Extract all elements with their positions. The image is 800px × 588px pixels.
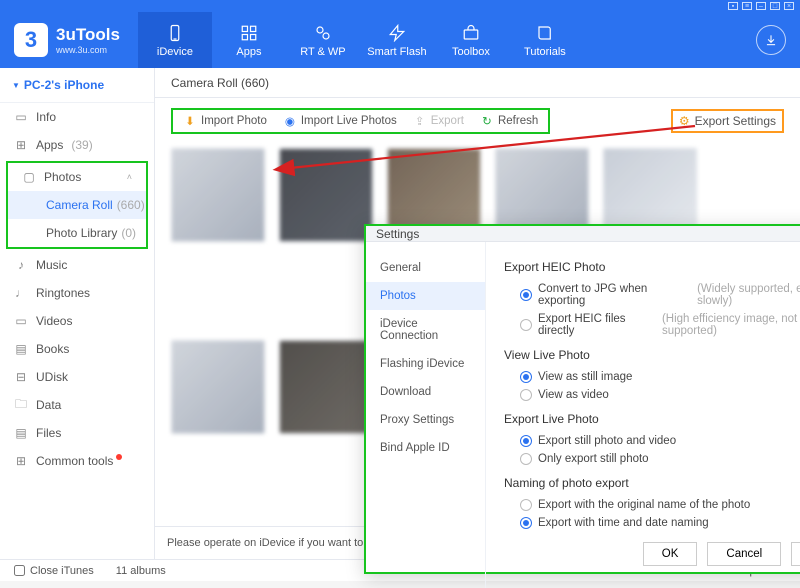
toolbox-icon bbox=[461, 23, 481, 43]
dialog-nav-general[interactable]: General bbox=[366, 254, 485, 282]
dialog-title: Settings bbox=[376, 227, 419, 241]
sidebar-item-music[interactable]: ♪Music bbox=[0, 251, 154, 279]
nav-smartflash[interactable]: Smart Flash bbox=[360, 12, 434, 68]
dialog-nav-proxy[interactable]: Proxy Settings bbox=[366, 406, 485, 434]
import-photo-button[interactable]: ⬇ Import Photo bbox=[183, 114, 267, 128]
tools-icon: ⊞ bbox=[14, 454, 28, 468]
logo-icon: 3 bbox=[14, 23, 48, 57]
import-live-button[interactable]: ◉ Import Live Photos bbox=[283, 114, 397, 128]
sidebar-sub-photo-library[interactable]: Photo Library (0) bbox=[8, 219, 146, 247]
apps-icon bbox=[239, 23, 259, 43]
photo-thumb[interactable] bbox=[171, 340, 265, 434]
data-icon: 🗀 bbox=[14, 395, 28, 416]
dialog-nav-idevice[interactable]: iDevice Connection bbox=[366, 310, 485, 350]
settings-dialog: Settings × General Photos iDevice Connec… bbox=[364, 224, 800, 574]
sidebar-item-info[interactable]: ▭ Info bbox=[0, 103, 154, 131]
photo-thumb[interactable] bbox=[279, 148, 373, 242]
refresh-button[interactable]: ↻ Refresh bbox=[480, 114, 538, 128]
app-name: 3uTools bbox=[56, 25, 120, 45]
window-minimize-icon[interactable]: – bbox=[756, 2, 766, 10]
videos-icon: ▭ bbox=[14, 314, 28, 328]
window-titlebar: ▪ ≡ – □ × bbox=[0, 0, 800, 12]
dialog-nav-bind[interactable]: Bind Apple ID bbox=[366, 434, 485, 462]
radio-name-original[interactable]: Export with the original name of the pho… bbox=[504, 496, 800, 514]
sidebar-item-udisk[interactable]: ⊟UDisk bbox=[0, 363, 154, 391]
sidebar-item-photos[interactable]: ▢ Photos ˄ bbox=[8, 163, 146, 191]
sidebar-item-books[interactable]: ▤Books bbox=[0, 335, 154, 363]
nav-apps[interactable]: Apps bbox=[212, 12, 286, 68]
content-area: Camera Roll (660) ⬇ Import Photo ◉ Impor… bbox=[155, 68, 800, 559]
app-url: www.3u.com bbox=[56, 45, 120, 55]
info-icon: ▭ bbox=[14, 110, 28, 124]
rtwp-icon bbox=[313, 23, 333, 43]
gear-icon: ⚙ bbox=[679, 114, 690, 128]
dialog-pane: Export HEIC Photo Convert to JPG when ex… bbox=[486, 242, 800, 588]
window-pin-icon[interactable]: ▪ bbox=[728, 2, 738, 10]
download-icon: ⬇ bbox=[183, 114, 197, 128]
photo-thumb[interactable] bbox=[279, 340, 373, 434]
radio-view-video[interactable]: View as video bbox=[504, 386, 800, 404]
app-header: 3 3uTools www.3u.com iDevice Apps RT & W… bbox=[0, 12, 800, 68]
files-icon: ▤ bbox=[14, 426, 28, 440]
dialog-nav-download[interactable]: Download bbox=[366, 378, 485, 406]
music-icon: ♪ bbox=[14, 258, 28, 272]
radio-name-datetime[interactable]: Export with time and date naming bbox=[504, 514, 800, 532]
radio-view-still[interactable]: View as still image bbox=[504, 368, 800, 386]
apply-button: Apply bbox=[791, 542, 800, 566]
window-menu-icon[interactable]: ≡ bbox=[742, 2, 752, 10]
photo-thumb[interactable] bbox=[171, 148, 265, 242]
top-nav: iDevice Apps RT & WP Smart Flash Toolbox… bbox=[138, 12, 582, 68]
section-title: View Live Photo bbox=[504, 348, 800, 362]
sidebar-item-data[interactable]: 🗀Data bbox=[0, 391, 154, 419]
dialog-nav: General Photos iDevice Connection Flashi… bbox=[366, 242, 486, 588]
dialog-nav-photos[interactable]: Photos bbox=[366, 282, 485, 310]
live-icon: ◉ bbox=[283, 114, 297, 128]
breadcrumb: Camera Roll (660) bbox=[155, 68, 800, 98]
logo: 3 3uTools www.3u.com bbox=[0, 12, 138, 68]
tutorials-icon bbox=[535, 23, 555, 43]
section-title: Naming of photo export bbox=[504, 476, 800, 490]
udisk-icon: ⊟ bbox=[14, 370, 28, 384]
nav-toolbox[interactable]: Toolbox bbox=[434, 12, 508, 68]
chevron-up-icon: ˄ bbox=[127, 172, 132, 182]
sidebar-item-files[interactable]: ▤Files bbox=[0, 419, 154, 447]
sidebar-item-ringtones[interactable]: ♩Ringtones bbox=[0, 279, 154, 307]
device-header[interactable]: PC-2's iPhone bbox=[0, 68, 154, 103]
window-maximize-icon[interactable]: □ bbox=[770, 2, 780, 10]
sidebar-item-videos[interactable]: ▭Videos bbox=[0, 307, 154, 335]
refresh-icon: ↻ bbox=[480, 114, 494, 128]
window-close-icon[interactable]: × bbox=[784, 2, 794, 10]
phone-icon bbox=[165, 23, 185, 43]
dialog-header: Settings × bbox=[366, 226, 800, 242]
apps-icon: ⊞ bbox=[14, 138, 28, 152]
sidebar: PC-2's iPhone ▭ Info ⊞ Apps (39) ▢ Photo… bbox=[0, 68, 155, 559]
export-icon: ⇪ bbox=[413, 114, 427, 128]
cancel-button[interactable]: Cancel bbox=[707, 542, 781, 566]
dialog-nav-flashing[interactable]: Flashing iDevice bbox=[366, 350, 485, 378]
nav-tutorials[interactable]: Tutorials bbox=[508, 12, 582, 68]
photos-icon: ▢ bbox=[22, 170, 36, 184]
sidebar-sub-camera-roll[interactable]: Camera Roll (660) bbox=[8, 191, 146, 219]
section-title: Export Live Photo bbox=[504, 412, 800, 426]
nav-idevice[interactable]: iDevice bbox=[138, 12, 212, 68]
radio-export-still[interactable]: Only export still photo bbox=[504, 450, 800, 468]
nav-rtwp[interactable]: RT & WP bbox=[286, 12, 360, 68]
radio-export-both[interactable]: Export still photo and video bbox=[504, 432, 800, 450]
photo-toolbar: ⬇ Import Photo ◉ Import Live Photos ⇪ Ex… bbox=[171, 108, 550, 134]
section-title: Export HEIC Photo bbox=[504, 260, 800, 274]
flash-icon bbox=[387, 23, 407, 43]
radio-heic-jpg[interactable]: Convert to JPG when exporting (Widely su… bbox=[504, 280, 800, 310]
download-button[interactable] bbox=[756, 25, 786, 55]
export-button: ⇪ Export bbox=[413, 114, 464, 128]
radio-heic-direct[interactable]: Export HEIC files directly (High efficie… bbox=[504, 310, 800, 340]
books-icon: ▤ bbox=[14, 342, 28, 356]
sidebar-item-apps[interactable]: ⊞ Apps (39) bbox=[0, 131, 154, 159]
album-count: 11 albums bbox=[116, 565, 166, 577]
sidebar-item-common-tools[interactable]: ⊞Common tools bbox=[0, 447, 154, 475]
ok-button[interactable]: OK bbox=[643, 542, 698, 566]
close-itunes-checkbox[interactable]: Close iTunes bbox=[14, 565, 94, 577]
ringtones-icon: ♩ bbox=[14, 286, 28, 300]
export-settings-button[interactable]: ⚙ Export Settings bbox=[671, 109, 784, 133]
